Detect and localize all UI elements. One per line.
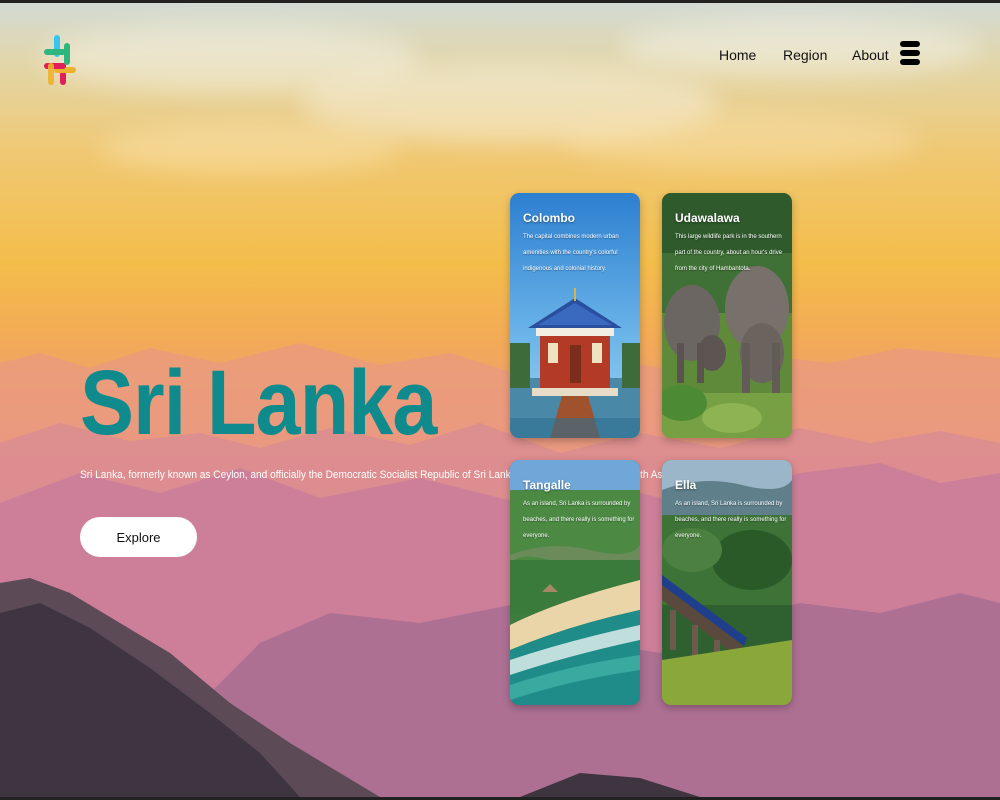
hero-description: Sri Lanka, formerly known as Ceylon, and…: [80, 469, 674, 481]
nav-link-region[interactable]: Region: [783, 47, 827, 63]
destination-card-tangalle[interactable]: Tangalle As an island, Sri Lanka is surr…: [510, 460, 640, 705]
nav-link-about[interactable]: About: [852, 47, 889, 63]
hamburger-menu-icon[interactable]: [900, 41, 920, 67]
hero-background: Home Region About Sri Lanka Sri Lanka, f…: [0, 3, 1000, 797]
card-title: Udawalawa: [675, 211, 740, 225]
destination-card-colombo[interactable]: Colombo The capital combines modern urba…: [510, 193, 640, 438]
destination-card-udawalawa[interactable]: Udawalawa This large wildlife park is in…: [662, 193, 792, 438]
card-description: As an island, Sri Lanka is surrounded by…: [523, 501, 635, 539]
slack-hash-logo-icon[interactable]: [42, 33, 78, 89]
nav-link-home[interactable]: Home: [719, 47, 756, 63]
destination-card-ella[interactable]: Ella As an island, Sri Lanka is surround…: [662, 460, 792, 705]
card-title: Colombo: [523, 211, 575, 225]
hero-title: Sri Lanka: [80, 352, 437, 454]
explore-button[interactable]: Explore: [80, 517, 197, 557]
card-description: This large wildlife park is in the south…: [675, 234, 783, 272]
card-title: Ella: [675, 478, 697, 492]
card-description: The capital combines modern urban amenit…: [523, 234, 619, 272]
card-description: As an island, Sri Lanka is surrounded by…: [675, 501, 787, 539]
card-title: Tangalle: [523, 478, 571, 492]
